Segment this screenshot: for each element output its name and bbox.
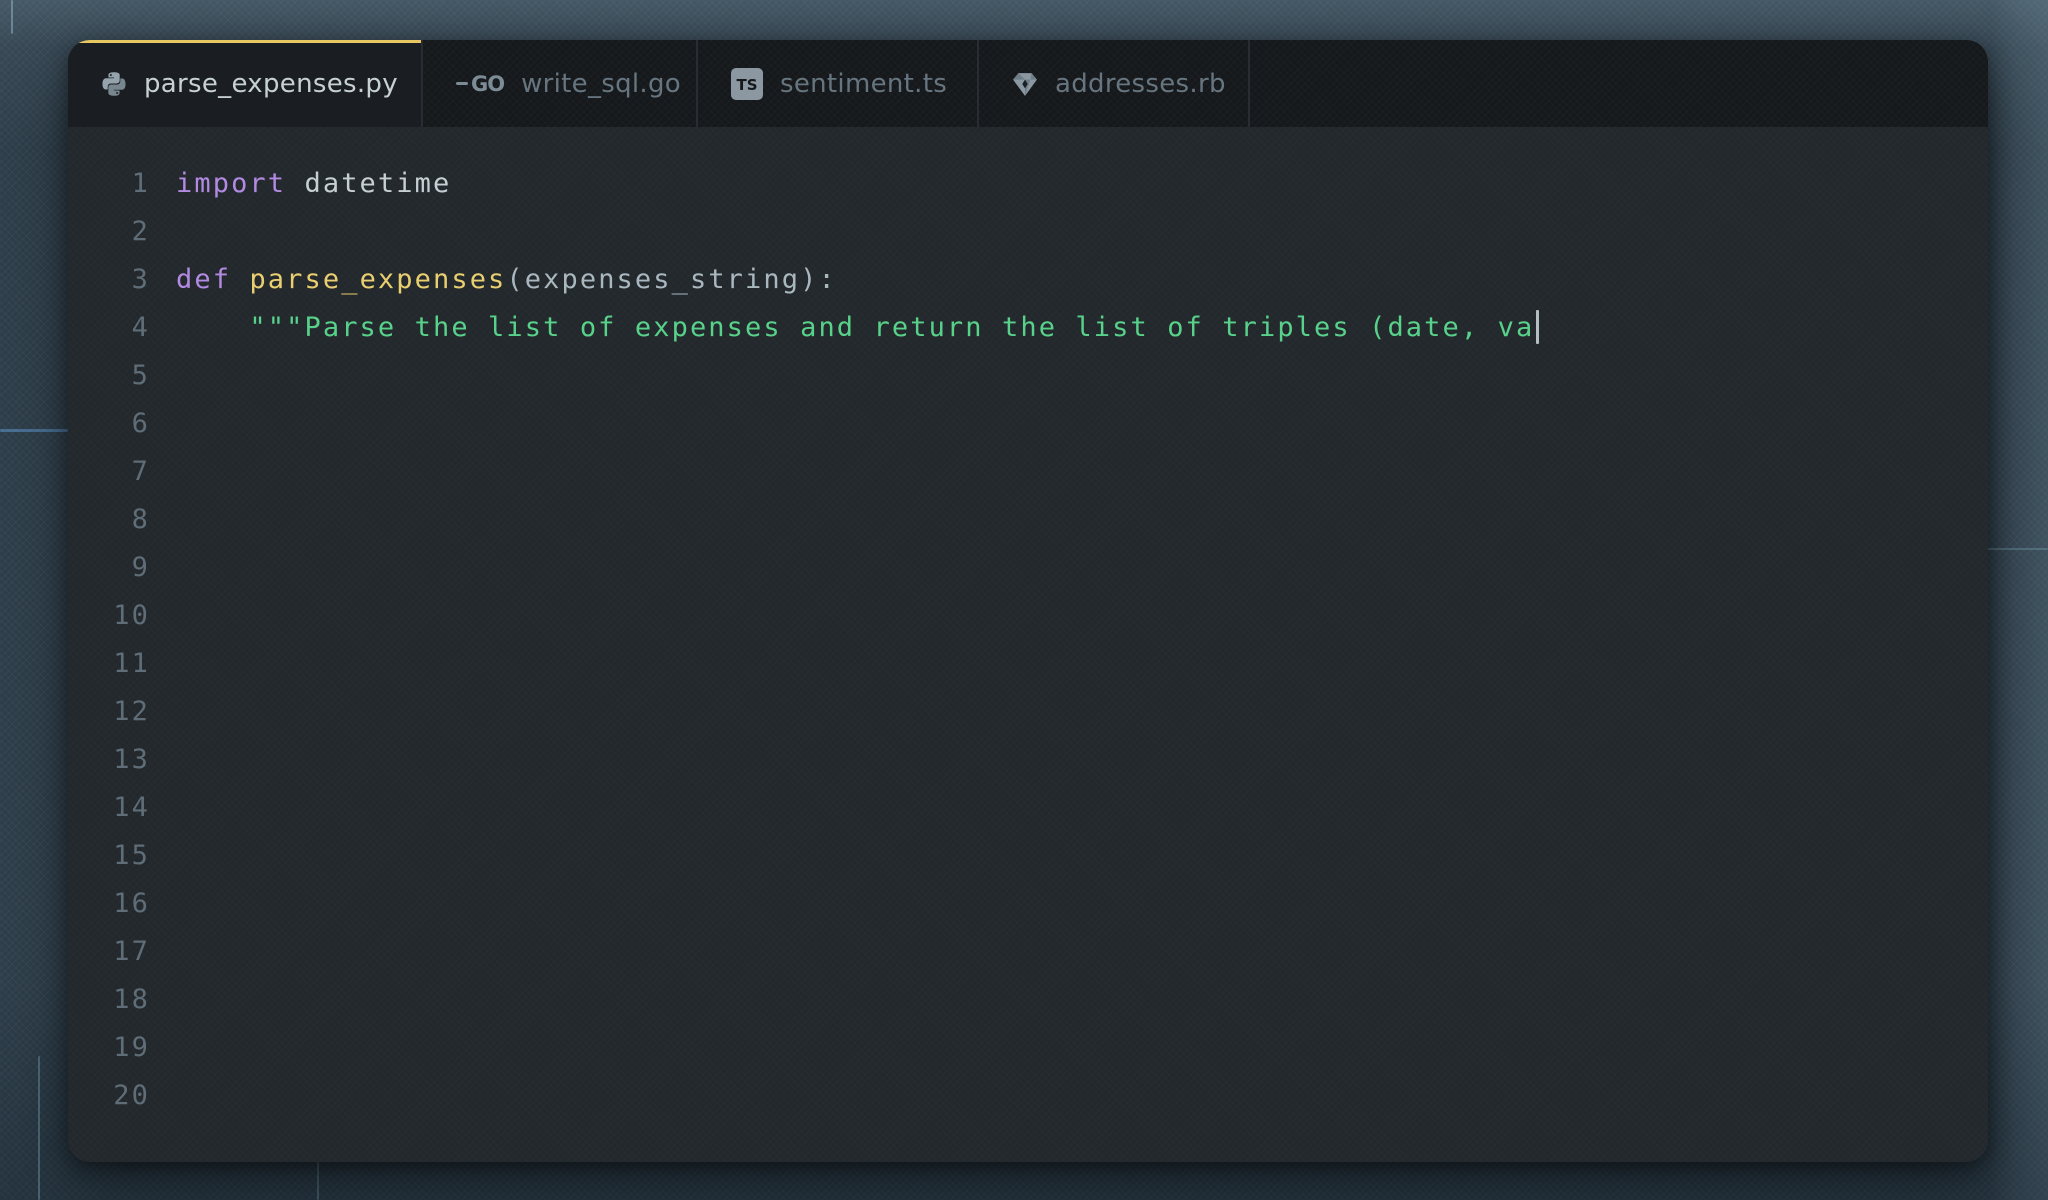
line-number: 20 [113,1080,150,1111]
typescript-icon: TS [731,67,763,100]
python-icon [102,71,126,96]
background-right-band [1990,0,2048,1200]
background-gridline [1988,548,2048,550]
line-number: 2 [131,216,150,247]
background-gridline [38,1056,40,1200]
line-number: 7 [131,456,150,487]
desktop-background: { "tabs": [ {"label": "parse_expenses.py… [0,0,2048,1200]
tab-bar: parse_expenses.py GO write_sql.go TS sen… [68,40,1988,127]
code-text: import datetime [176,168,452,199]
code-line: 13 [68,736,1988,784]
code-line: 4 """Parse the list of expenses and retu… [68,304,1988,352]
line-number: 8 [131,504,150,535]
line-number: 17 [113,936,150,967]
code-lines: 1 import datetime 2 3 def parse_expenses(exp… [68,160,1988,1120]
code-line: 12 [68,688,1988,736]
line-number: 10 [113,600,150,631]
line-number: 15 [113,840,150,871]
code-text: def parse_expenses(expenses_string): [176,264,837,295]
line-number: 11 [113,648,150,679]
code-editor-window: parse_expenses.py GO write_sql.go TS sen… [68,40,1988,1162]
line-number: 14 [113,792,150,823]
tab-sentiment-ts[interactable]: TS sentiment.ts [698,40,979,127]
code-line: 5 [68,352,1988,400]
line-number: 12 [113,696,150,727]
line-number: 16 [113,888,150,919]
tab-parse-expenses-py[interactable]: parse_expenses.py [68,40,423,127]
tab-label: addresses.rb [1055,68,1226,99]
tab-label: sentiment.ts [780,68,948,99]
tab-addresses-rb[interactable]: addresses.rb [979,40,1250,127]
background-gridline [0,429,68,432]
background-gridline [317,1160,319,1200]
line-number: 5 [131,360,150,391]
code-line: 2 [68,208,1988,256]
code-line: 7 [68,448,1988,496]
code-line: 14 [68,784,1988,832]
go-icon: GO [456,72,505,96]
code-line: 3 def parse_expenses(expenses_string): [68,256,1988,304]
code-line: 16 [68,880,1988,928]
code-line: 9 [68,544,1988,592]
line-number: 1 [131,168,150,199]
tab-write-sql-go[interactable]: GO write_sql.go [423,40,698,127]
code-text: """Parse the list of expenses and return… [176,304,1540,352]
background-gridline [11,0,13,34]
code-line: 20 [68,1072,1988,1120]
ruby-icon [1013,72,1037,96]
line-number: 6 [131,408,150,439]
line-number: 19 [113,1032,150,1063]
code-line: 15 [68,832,1988,880]
code-line: 11 [68,640,1988,688]
line-number: 18 [113,984,150,1015]
tab-label: write_sql.go [521,68,682,99]
code-line: 10 [68,592,1988,640]
code-line: 17 [68,928,1988,976]
text-cursor [1536,309,1540,344]
code-line: 1 import datetime [68,160,1988,208]
line-number: 3 [131,264,150,295]
code-line: 18 [68,976,1988,1024]
code-line: 8 [68,496,1988,544]
code-line: 19 [68,1024,1988,1072]
code-editor[interactable]: 1 import datetime 2 3 def parse_expenses(exp… [68,127,1988,1120]
tab-label: parse_expenses.py [144,68,398,99]
code-line: 6 [68,400,1988,448]
line-number: 4 [131,312,150,343]
line-number: 13 [113,744,150,775]
line-number: 9 [131,552,150,583]
